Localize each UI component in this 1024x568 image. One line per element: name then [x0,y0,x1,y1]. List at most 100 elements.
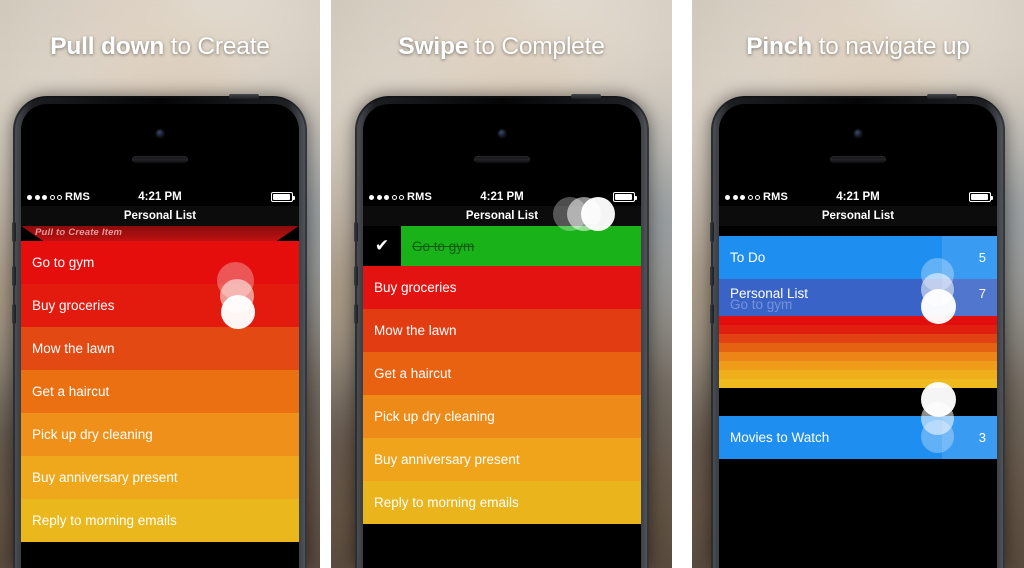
ios-screen-2: RMS 4:21 PM Personal List ✔ Go to gym Bu… [363,188,641,568]
volume-down-button-2[interactable] [354,304,358,324]
power-button-1[interactable] [229,94,259,99]
list-item[interactable]: Mow the lawn [363,309,641,352]
list-row-to-do[interactable]: To Do 5 [719,236,997,279]
battery-icon-3 [969,192,993,202]
silent-switch-2[interactable] [354,222,358,242]
list-item[interactable]: Pick up dry cleaning [363,395,641,438]
checkmark-icon: ✔ [363,226,401,266]
ios-screen-3: RMS 4:21 PM Personal List To Do 5 Person… [719,188,997,568]
earpiece-speaker-2 [474,156,530,163]
panel-divider-1 [320,0,331,568]
compressed-band [719,379,997,388]
status-right-1 [271,192,295,202]
pull-to-create-label: Pull to Create Item [35,227,123,238]
touch-point-1[interactable] [221,295,255,329]
list-item[interactable]: Go to gym [21,241,299,284]
front-camera-icon-2 [498,130,506,137]
phone-glass-2: RMS 4:21 PM Personal List ✔ Go to gym Bu… [363,104,641,568]
panel-divider-2 [672,0,692,568]
touch-point-2[interactable] [581,197,615,231]
completed-item-label: Go to gym [412,238,475,254]
list-item[interactable]: Buy groceries [363,266,641,309]
caption-2-rest: to Complete [468,33,605,60]
nav-title-3: Personal List [719,206,997,226]
list-item[interactable]: Buy groceries [21,284,299,327]
volume-up-button-2[interactable] [354,266,358,286]
list-item-label: Pick up dry cleaning [374,409,495,424]
panel-pull-down: Pull down to Create RMS 4:21 PM Personal… [0,0,320,568]
list-item[interactable]: Mow the lawn [21,327,299,370]
clock-label-3: 4:21 PM [836,191,880,203]
volume-down-button-1[interactable] [12,304,16,324]
power-button-2[interactable] [571,94,601,99]
list-item-label: Get a haircut [32,384,110,399]
earpiece-speaker-3 [830,156,886,163]
battery-icon-2 [613,192,637,202]
power-button-3[interactable] [927,94,957,99]
todo-list-1: Pull to Create Item Go to gym Buy grocer… [21,226,299,542]
completed-list-item[interactable]: ✔ Go to gym [363,226,641,266]
screenshot-stage: Pull down to Create RMS 4:21 PM Personal… [0,0,1024,568]
lists-overview: To Do 5 Personal List 7 Go to gym Movies… [719,236,997,459]
list-item-label: Buy groceries [32,298,115,313]
list-row-count: 3 [978,430,986,445]
silent-switch-3[interactable] [710,222,714,242]
list-row-label: Movies to Watch [730,430,830,445]
caption-3: Pinch to navigate up [692,33,1024,61]
caption-2-bold: Swipe [398,33,469,60]
list-row-count: 7 [978,286,986,301]
caption-1-rest: to Create [164,33,270,60]
status-bar-1: RMS 4:21 PM [21,188,299,206]
list-item-label: Reply to morning emails [374,495,519,510]
battery-icon-1 [271,192,295,202]
status-bar-3: RMS 4:21 PM [719,188,997,206]
list-item[interactable]: Get a haircut [363,352,641,395]
status-right-3 [969,192,993,202]
nav-title-1: Personal List [21,206,299,226]
caption-3-rest: to navigate up [811,33,970,60]
list-item[interactable]: Get a haircut [21,370,299,413]
list-item[interactable]: Reply to morning emails [21,499,299,542]
compressed-band [719,370,997,379]
panel-swipe: Swipe to Complete RMS 4:21 PM Personal L… [331,0,672,568]
volume-down-button-3[interactable] [710,304,714,324]
list-item[interactable]: Buy anniversary present [363,438,641,481]
compressed-band [719,316,997,325]
list-item-label: Buy groceries [374,280,457,295]
list-item-label: Mow the lawn [32,341,115,356]
front-camera-icon-3 [854,130,862,137]
pull-to-create-header[interactable]: Pull to Create Item [21,226,299,241]
list-item[interactable]: Reply to morning emails [363,481,641,524]
completed-item-text-wrap: Go to gym [401,226,641,266]
phone-glass-3: RMS 4:21 PM Personal List To Do 5 Person… [719,104,997,568]
list-item-label: Buy anniversary present [32,470,178,485]
compressed-band [719,361,997,370]
volume-up-button-3[interactable] [710,266,714,286]
compressed-item-stack[interactable] [719,316,997,388]
phone-device-1: RMS 4:21 PM Personal List Pull to Create… [12,94,307,568]
list-item[interactable]: Buy anniversary present [21,456,299,499]
todo-list-2: ✔ Go to gym Buy groceries Mow the lawn G… [363,226,641,524]
caption-1-bold: Pull down [50,33,165,60]
clock-label-1: 4:21 PM [138,191,182,203]
list-item-label: Mow the lawn [374,323,457,338]
front-camera-icon-1 [156,130,164,137]
panel-pinch: Pinch to navigate up RMS 4:21 PM Persona… [692,0,1024,568]
caption-2: Swipe to Complete [331,33,672,61]
compressed-band [719,352,997,361]
list-item-label: Pick up dry cleaning [32,427,153,442]
silent-switch-1[interactable] [12,222,16,242]
list-spacer-top [719,226,997,236]
list-item-label: Get a haircut [374,366,452,381]
compressed-band [719,325,997,334]
list-row-movies-to-watch[interactable]: Movies to Watch 3 [719,416,997,459]
caption-3-bold: Pinch [746,33,812,60]
earpiece-speaker-1 [132,156,188,163]
list-item-label: Go to gym [32,255,95,270]
volume-up-button-1[interactable] [12,266,16,286]
phone-device-2: RMS 4:21 PM Personal List ✔ Go to gym Bu… [354,94,649,568]
pinch-touch-point-upper[interactable] [921,289,956,324]
list-item[interactable]: Pick up dry cleaning [21,413,299,456]
list-row-count: 5 [978,250,986,265]
ios-screen-1: RMS 4:21 PM Personal List Pull to Create… [21,188,299,568]
